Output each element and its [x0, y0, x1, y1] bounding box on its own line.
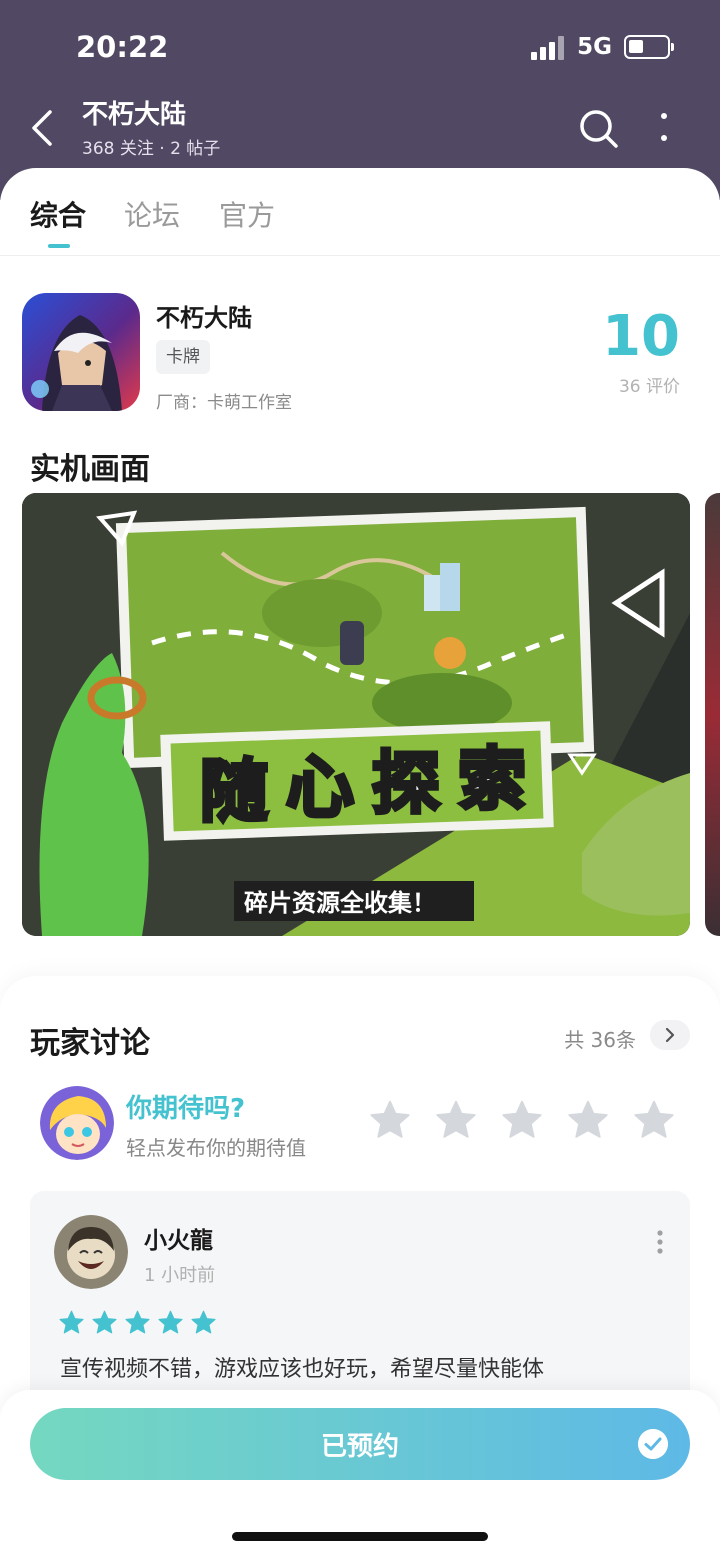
game-app-icon[interactable]	[22, 293, 140, 411]
star-3-icon[interactable]	[500, 1098, 544, 1142]
user-name[interactable]: 小火龍	[144, 1221, 213, 1255]
star-1-icon[interactable]	[368, 1098, 412, 1142]
developer-label: 厂商：卡萌工作室	[156, 393, 292, 413]
review-count[interactable]: 36 评价	[619, 372, 680, 397]
network-label: 5G	[577, 34, 612, 60]
status-time: 20:22	[76, 30, 169, 64]
post-star-5-icon	[191, 1310, 216, 1334]
post-star-3-icon	[125, 1310, 150, 1334]
page-subtitle: 368 关注 · 2 帖子	[82, 139, 221, 159]
reserved-button-label: 已预约	[320, 1432, 399, 1462]
gameplay-screenshot-next[interactable]	[705, 493, 720, 936]
discussion-count[interactable]: 共 36条	[564, 1024, 636, 1053]
banner-char-3: 探	[372, 745, 440, 824]
post-star-1-icon	[59, 1310, 84, 1334]
genre-tag[interactable]: 卡牌	[156, 340, 210, 374]
bottom-action-bar: 已预约	[0, 1390, 720, 1558]
post-rating	[58, 1309, 217, 1336]
rating-score: 10	[602, 304, 680, 369]
banner-subtitle: 碎片资源全收集！	[244, 889, 436, 917]
star-5-icon[interactable]	[632, 1098, 676, 1142]
chevron-right-icon[interactable]	[650, 1020, 690, 1050]
tab-official[interactable]: 官方	[219, 194, 275, 234]
post-text: 宣传视频不错，游戏应该也好玩，希望尽量快能体	[60, 1357, 545, 1382]
tab-bar: 综合 论坛 官方	[0, 168, 720, 256]
post-more-icon[interactable]	[656, 1229, 664, 1255]
more-options-icon[interactable]	[652, 110, 676, 146]
star-4-icon[interactable]	[566, 1098, 610, 1142]
banner-char-2: 心	[286, 749, 354, 828]
check-icon	[638, 1429, 668, 1459]
banner-char-4: 索	[458, 741, 526, 820]
tab-indicator	[48, 244, 70, 248]
page-title: 不朽大陆	[82, 100, 187, 130]
gameplay-illustration: 随 心 探 索 碎片资源全收集！	[22, 493, 690, 936]
search-icon[interactable]	[578, 108, 620, 150]
home-indicator[interactable]	[232, 1532, 488, 1541]
signal-icon	[531, 34, 565, 60]
discussion-title: 玩家讨论	[30, 1026, 150, 1061]
user-avatar[interactable]	[54, 1215, 128, 1289]
status-indicators: 5G	[531, 34, 674, 60]
tab-overview[interactable]: 综合	[30, 194, 86, 234]
expectation-rating	[368, 1098, 676, 1142]
reserved-button[interactable]: 已预约	[30, 1408, 690, 1480]
battery-icon	[624, 35, 674, 59]
post-star-2-icon	[92, 1310, 117, 1334]
banner-char-1: 随	[200, 753, 268, 832]
tab-forum[interactable]: 论坛	[124, 194, 180, 234]
screenshots-title: 实机画面	[30, 452, 150, 487]
game-name: 不朽大陆	[156, 304, 252, 332]
star-2-icon[interactable]	[434, 1098, 478, 1142]
mascot-avatar	[40, 1086, 114, 1160]
back-icon[interactable]	[26, 108, 58, 148]
content-sheet: 综合 论坛 官方 不朽大陆 卡牌 厂商：卡萌工作室 10 36 评价 实机画面	[0, 168, 720, 1558]
post-star-4-icon	[158, 1310, 183, 1334]
post-time: 1 小时前	[144, 1265, 216, 1286]
expectation-question: 你期待吗?	[126, 1094, 246, 1124]
expectation-hint: 轻点发布你的期待值	[126, 1136, 306, 1160]
gameplay-screenshot[interactable]: 随 心 探 索 碎片资源全收集！	[22, 493, 690, 936]
